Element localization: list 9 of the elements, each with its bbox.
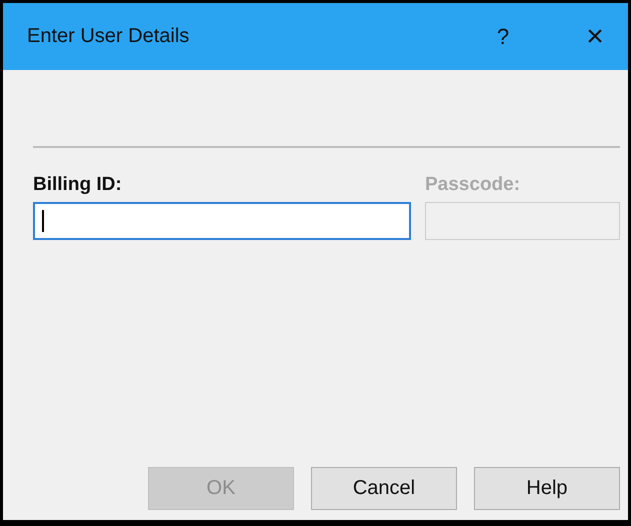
field-label: Billing ID: bbox=[33, 174, 123, 196]
window-title: Enter User Details bbox=[27, 25, 190, 48]
help-button[interactable]: ? bbox=[488, 24, 518, 50]
text-cursor-icon bbox=[42, 210, 44, 232]
dialog-button[interactable]: Cancel bbox=[311, 467, 457, 510]
input-field[interactable] bbox=[33, 202, 411, 240]
field-label: Passcode: bbox=[425, 174, 522, 196]
close-button[interactable]: × bbox=[580, 20, 610, 54]
dialog-button[interactable]: Help bbox=[474, 467, 620, 510]
